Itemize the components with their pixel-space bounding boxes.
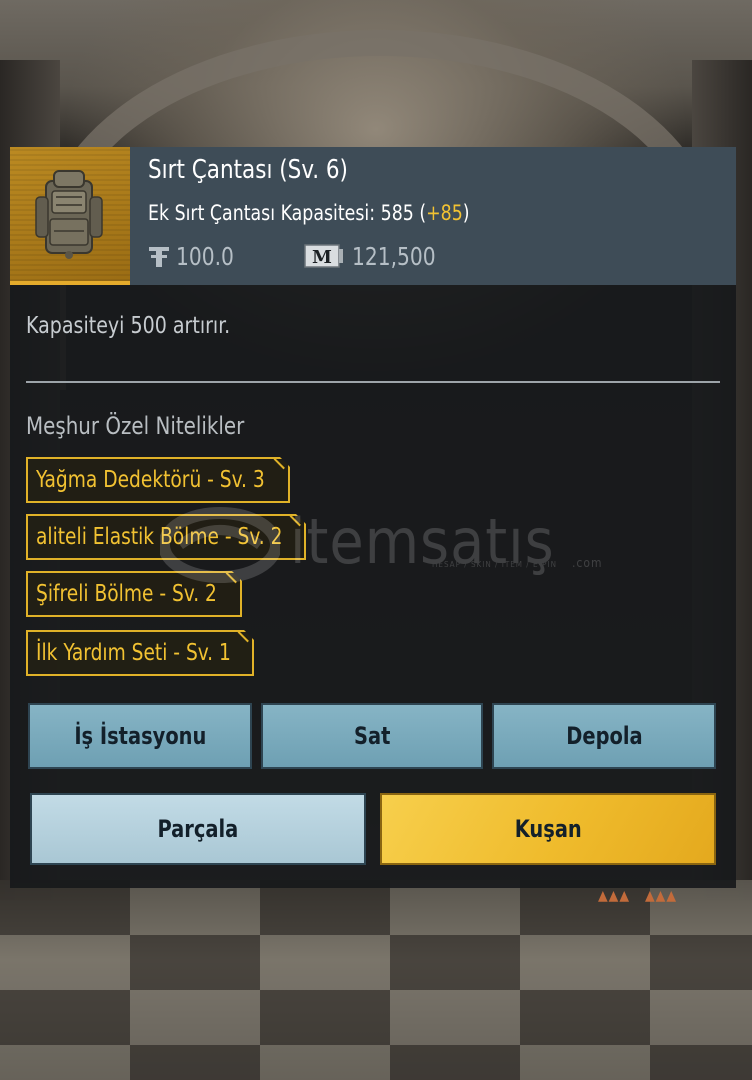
- item-name: Sırt Çantası (Sv. 6): [148, 155, 348, 185]
- dismantle-button-label: Parçala: [157, 815, 239, 843]
- trait-label: Şifreli Bölme - Sv. 2: [36, 581, 217, 607]
- traits-title: Meşhur Özel Nitelikler: [26, 412, 245, 440]
- trait-badge: aliteli Elastik Bölme - Sv. 2: [26, 514, 306, 560]
- svg-text:M: M: [312, 247, 332, 268]
- weight-value: 100.0: [176, 241, 234, 271]
- sell-button-label: Sat: [353, 722, 391, 750]
- sell-button[interactable]: Sat: [261, 703, 483, 769]
- equip-button-label: Kuşan: [514, 815, 582, 843]
- capacity-bonus: +85: [426, 201, 463, 225]
- trait-badge: Şifreli Bölme - Sv. 2: [26, 571, 242, 617]
- price-stat: M 121,500: [304, 241, 445, 271]
- character-foot-icon: ▲▲▲: [598, 888, 631, 904]
- equip-button[interactable]: Kuşan: [380, 793, 716, 865]
- workstation-button-label: İş İstasyonu: [73, 722, 207, 750]
- workstation-button[interactable]: İş İstasyonu: [28, 703, 252, 769]
- trait-badge: Yağma Dedektörü - Sv. 3: [26, 457, 290, 503]
- store-button-label: Depola: [565, 722, 643, 750]
- trait-label: Yağma Dedektörü - Sv. 3: [36, 467, 265, 493]
- divider: [26, 381, 720, 383]
- character-foot-icon: ▲▲▲: [645, 888, 678, 904]
- weight-stat: 100.0: [148, 241, 240, 271]
- dismantle-button[interactable]: Parçala: [30, 793, 366, 865]
- weight-icon: [149, 247, 169, 267]
- trait-label: İlk Yardım Seti - Sv. 1: [36, 640, 231, 666]
- item-thumbnail: [10, 147, 130, 285]
- item-description: Kapasiteyi 500 artırır.: [26, 313, 231, 339]
- capacity-label: Ek Sırt Çantası Kapasitesi: 585 (: [148, 201, 427, 225]
- item-capacity: Ek Sırt Çantası Kapasitesi: 585 (+85): [148, 201, 470, 225]
- item-detail-panel: Sırt Çantası (Sv. 6) Ek Sırt Çantası Kap…: [10, 147, 736, 888]
- trait-badge: İlk Yardım Seti - Sv. 1: [26, 630, 254, 676]
- currency-icon: M: [304, 244, 343, 268]
- store-button[interactable]: Depola: [492, 703, 716, 769]
- price-value: 121,500: [352, 241, 436, 271]
- backpack-icon: [35, 170, 103, 259]
- trait-label: aliteli Elastik Bölme - Sv. 2: [36, 524, 283, 550]
- capacity-close: ): [462, 201, 470, 225]
- item-header: Sırt Çantası (Sv. 6) Ek Sırt Çantası Kap…: [10, 147, 736, 285]
- background-floor-shade: [0, 880, 752, 1080]
